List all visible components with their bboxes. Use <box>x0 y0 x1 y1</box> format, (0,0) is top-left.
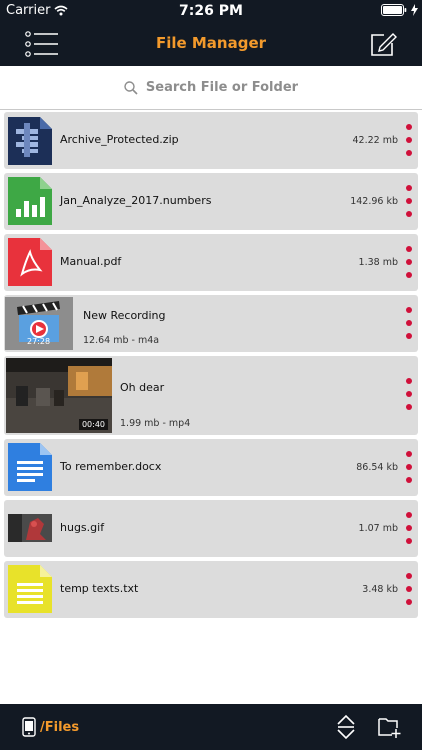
charging-bolt-icon <box>411 4 418 16</box>
more-options-button[interactable] <box>406 307 412 339</box>
more-options-button[interactable] <box>406 451 412 483</box>
more-options-button[interactable] <box>406 124 412 156</box>
file-name: hugs.gif <box>60 521 105 534</box>
more-options-button[interactable] <box>406 246 412 278</box>
edit-button[interactable] <box>368 29 398 59</box>
more-options-button[interactable] <box>406 573 412 605</box>
file-meta: 1.99 mb - mp4 <box>120 418 191 429</box>
doc-icon <box>8 443 52 491</box>
search-input[interactable]: Search File or Folder <box>146 80 298 95</box>
pdf-icon <box>8 238 52 286</box>
more-options-button[interactable] <box>406 512 412 544</box>
navigation-bar: File Manager <box>0 22 422 66</box>
phone-storage-icon <box>22 717 36 737</box>
txt-icon <box>8 565 52 613</box>
file-name: Jan_Analyze_2017.numbers <box>60 194 212 207</box>
file-name: Manual.pdf <box>60 255 122 268</box>
status-time: 7:26 PM <box>179 3 243 19</box>
search-bar[interactable]: Search File or Folder <box>0 66 422 110</box>
compose-icon <box>371 33 397 56</box>
bottom-toolbar: /Files <box>0 704 422 750</box>
sort-button[interactable] <box>336 714 356 740</box>
zip-archive-icon <box>8 117 52 165</box>
file-size: 1.38 mb <box>358 257 398 268</box>
file-row-recording[interactable]: 27:28 New Recording 12.64 mb - m4a <box>4 295 418 352</box>
file-name: New Recording <box>83 309 166 322</box>
current-path-label: /Files <box>40 719 80 735</box>
numbers-chart-icon <box>8 177 52 225</box>
new-folder-button[interactable] <box>378 715 402 739</box>
file-name: temp texts.txt <box>60 582 139 595</box>
more-options-button[interactable] <box>406 185 412 217</box>
file-row-archive[interactable]: Archive_Protected.zip 42.22 mb <box>4 112 418 169</box>
file-meta: 12.64 mb - m4a <box>83 335 160 346</box>
video-thumbnail: 00:40 <box>6 358 112 433</box>
more-options-button[interactable] <box>406 378 412 410</box>
file-size: 3.48 kb <box>362 584 398 595</box>
file-size: 86.54 kb <box>356 462 398 473</box>
page-title: File Manager <box>155 34 267 52</box>
battery-icon <box>381 4 407 16</box>
file-name: Archive_Protected.zip <box>60 133 179 146</box>
file-size: 1.07 mb <box>358 523 398 534</box>
file-row-txt[interactable]: temp texts.txt 3.48 kb <box>4 561 418 618</box>
recording-duration: 27:28 <box>27 337 51 346</box>
file-row-numbers[interactable]: Jan_Analyze_2017.numbers 142.96 kb <box>4 173 418 230</box>
search-icon <box>124 80 138 95</box>
file-size: 42.22 mb <box>352 135 398 146</box>
gif-preview-image <box>8 514 52 542</box>
status-bar: Carrier 7:26 PM <box>0 0 422 22</box>
file-name: Oh dear <box>120 381 165 394</box>
file-size: 142.96 kb <box>350 196 398 207</box>
current-path-button[interactable]: /Files <box>22 717 79 737</box>
gif-thumbnail <box>8 514 52 542</box>
sort-arrows-icon <box>337 714 355 740</box>
add-folder-icon <box>378 718 401 738</box>
file-row-docx[interactable]: To remember.docx 86.54 kb <box>4 439 418 496</box>
status-right <box>381 4 418 16</box>
file-row-video[interactable]: 00:40 Oh dear 1.99 mb - mp4 <box>4 356 418 435</box>
file-name: To remember.docx <box>60 460 162 473</box>
file-manager-screen: Carrier 7:26 PM File Manager Search File… <box>0 0 422 750</box>
file-row-pdf[interactable]: Manual.pdf 1.38 mb <box>4 234 418 291</box>
recording-thumbnail: 27:28 <box>5 297 73 350</box>
file-row-gif[interactable]: hugs.gif 1.07 mb <box>4 500 418 557</box>
video-duration: 00:40 <box>78 419 108 430</box>
